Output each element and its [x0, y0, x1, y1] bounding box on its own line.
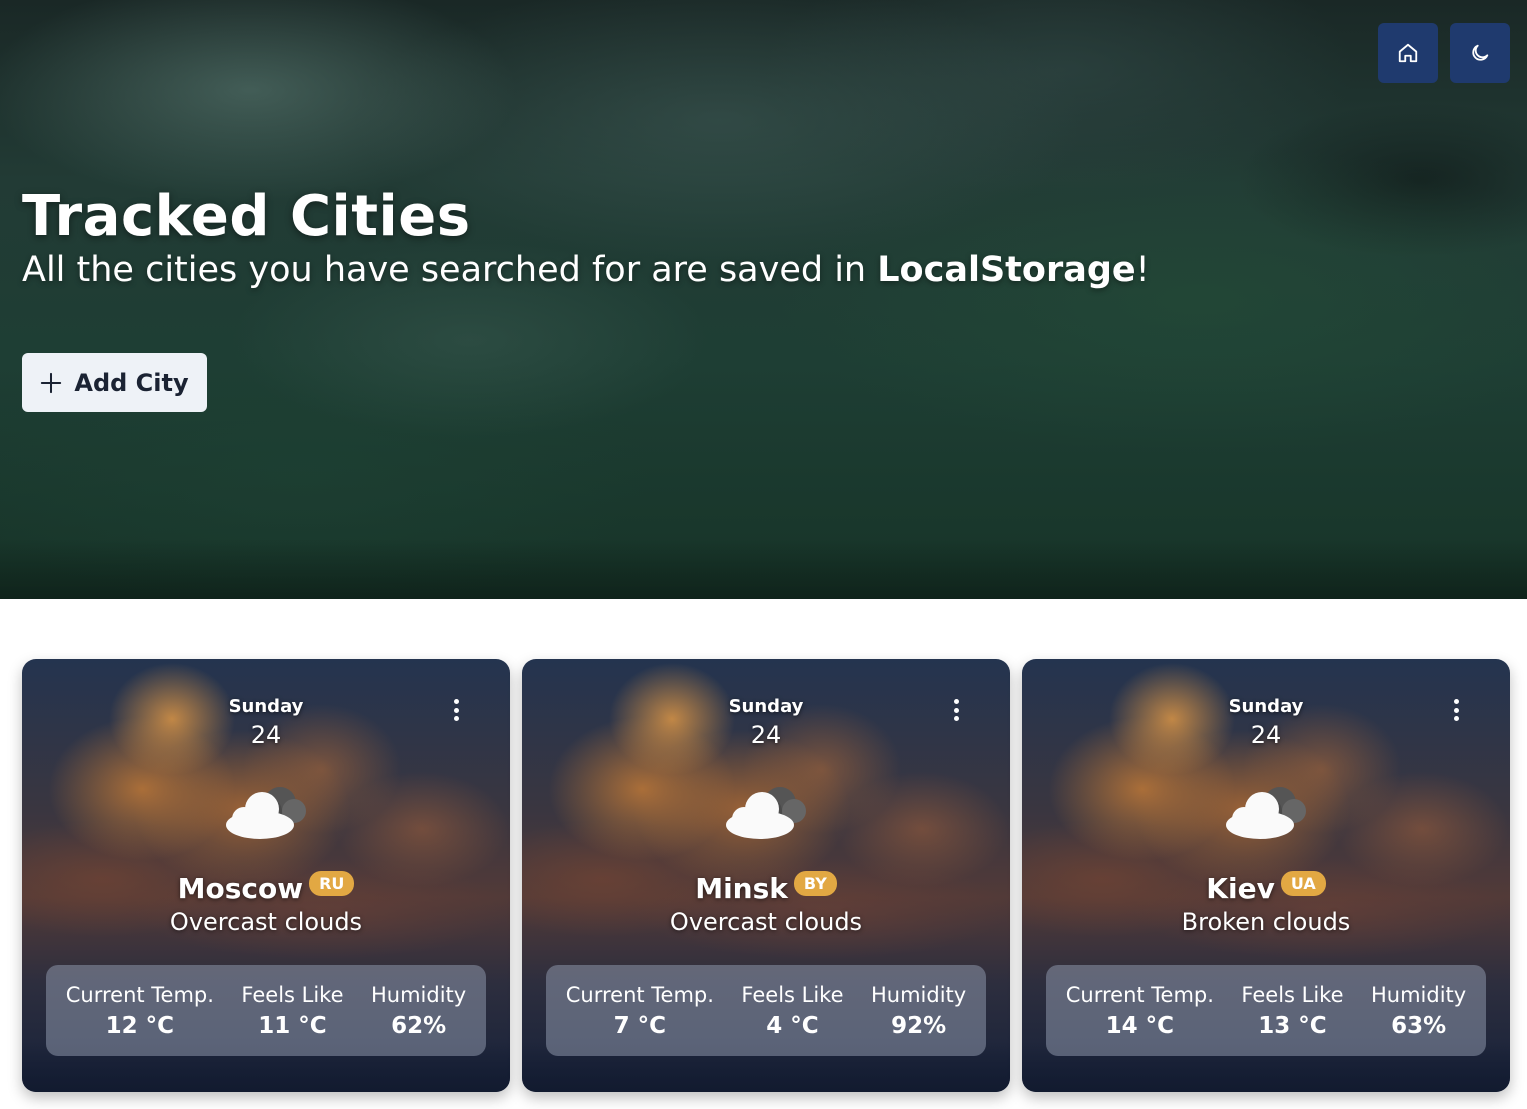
- current-temp-stat: Current Temp. 12 °C: [66, 983, 214, 1039]
- card-day: Sunday: [228, 696, 304, 717]
- current-temp-value: 12 °C: [105, 1012, 175, 1039]
- card-menu-button[interactable]: [446, 697, 466, 723]
- card-menu-button[interactable]: [1446, 697, 1466, 723]
- country-badge: UA: [1280, 871, 1326, 896]
- card-day: Sunday: [728, 696, 804, 717]
- weather-description: Overcast clouds: [669, 908, 863, 936]
- current-temp-label: Current Temp.: [565, 982, 714, 1007]
- current-temp-stat: Current Temp. 7 °C: [566, 983, 714, 1039]
- card-city-row: Minsk BY: [522, 869, 1010, 909]
- humidity-value: 92%: [891, 1012, 947, 1039]
- city-name: Kiev: [1206, 872, 1275, 905]
- city-card-kiev: Sunday 24 Kiev UA Broken clouds Current …: [1022, 659, 1510, 1092]
- current-temp-label: Current Temp.: [1065, 982, 1214, 1007]
- home-button[interactable]: [1378, 23, 1438, 83]
- current-temp-label: Current Temp.: [65, 982, 214, 1007]
- feels-like-value: 4 °C: [766, 1012, 819, 1039]
- cloud-icon: [726, 787, 806, 839]
- page-subtitle: All the cities you have searched for are…: [22, 250, 1150, 290]
- country-badge: RU: [309, 871, 355, 896]
- card-date: 24: [1250, 721, 1282, 749]
- theme-toggle-button[interactable]: [1450, 23, 1510, 83]
- card-date: 24: [750, 721, 782, 749]
- country-badge: BY: [793, 871, 837, 896]
- city-card-minsk: Sunday 24 Minsk BY Overcast clouds Curre…: [522, 659, 1010, 1092]
- city-name: Minsk: [695, 872, 788, 905]
- feels-like-stat: Feels Like 13 °C: [1241, 983, 1343, 1039]
- feels-like-value: 13 °C: [1258, 1012, 1327, 1039]
- subtitle-prefix: All the cities you have searched for are…: [22, 250, 878, 290]
- card-stats: Current Temp. 7 °C Feels Like 4 °C Humid…: [546, 965, 986, 1056]
- card-day: Sunday: [1228, 696, 1304, 717]
- page-title: Tracked Cities: [22, 184, 471, 249]
- hero-banner: Tracked Cities All the cities you have s…: [0, 0, 1527, 599]
- subtitle-bold: LocalStorage: [877, 250, 1136, 290]
- current-temp-value: 7 °C: [613, 1012, 667, 1039]
- plus-icon: [41, 372, 62, 393]
- feels-like-label: Feels Like: [741, 982, 844, 1007]
- feels-like-stat: Feels Like 11 °C: [241, 983, 343, 1039]
- card-date: 24: [250, 721, 282, 749]
- card-stats: Current Temp. 12 °C Feels Like 11 °C Hum…: [46, 965, 486, 1056]
- add-city-label: Add City: [74, 368, 189, 397]
- current-temp-stat: Current Temp. 14 °C: [1066, 983, 1214, 1039]
- feels-like-label: Feels Like: [1241, 982, 1344, 1007]
- humidity-stat: Humidity 63%: [1371, 983, 1466, 1039]
- feels-like-value: 11 °C: [258, 1012, 327, 1039]
- card-city-row: Moscow RU: [22, 869, 510, 909]
- add-city-button[interactable]: Add City: [22, 353, 207, 412]
- moon-icon: [1472, 44, 1489, 61]
- current-temp-value: 14 °C: [1105, 1012, 1175, 1039]
- top-nav: [1378, 23, 1510, 83]
- card-city-row: Kiev UA: [1022, 869, 1510, 909]
- humidity-label: Humidity: [371, 982, 467, 1007]
- humidity-stat: Humidity 92%: [871, 983, 966, 1039]
- feels-like-stat: Feels Like 4 °C: [741, 983, 843, 1039]
- humidity-label: Humidity: [871, 982, 967, 1007]
- card-stats: Current Temp. 14 °C Feels Like 13 °C Hum…: [1046, 965, 1486, 1056]
- subtitle-suffix: !: [1135, 250, 1150, 290]
- humidity-stat: Humidity 62%: [371, 983, 466, 1039]
- humidity-label: Humidity: [1371, 982, 1467, 1007]
- city-card-moscow: Sunday 24 Moscow RU Overcast clouds Curr…: [22, 659, 510, 1092]
- feels-like-label: Feels Like: [241, 982, 344, 1007]
- weather-description: Broken clouds: [1181, 908, 1351, 936]
- humidity-value: 63%: [1391, 1012, 1447, 1039]
- weather-description: Overcast clouds: [169, 908, 363, 936]
- card-menu-button[interactable]: [946, 697, 966, 723]
- cloud-icon: [226, 787, 306, 839]
- humidity-value: 62%: [391, 1012, 447, 1039]
- city-name: Moscow: [177, 872, 304, 905]
- home-icon: [1398, 43, 1418, 63]
- cloud-icon: [1226, 787, 1306, 839]
